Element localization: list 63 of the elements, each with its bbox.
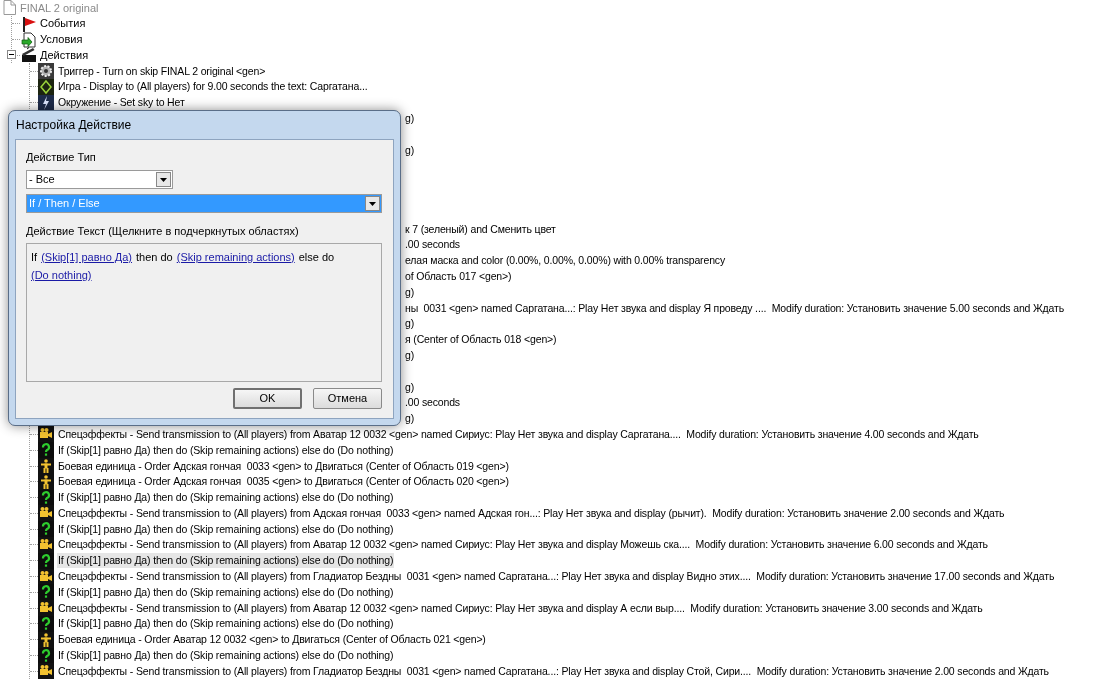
camera-icon	[38, 537, 54, 553]
action-row-text[interactable]: елая маска and color (0.00%, 0.00%, 0.00%) with 0.00% transparency	[405, 253, 726, 269]
question-icon	[38, 442, 54, 459]
dialog-button[interactable]: Отмена	[313, 388, 382, 409]
collapse-toggle[interactable]	[7, 50, 16, 60]
tree-section-label[interactable]: События	[40, 15, 86, 32]
camera-icon	[38, 600, 54, 617]
tree-root-label[interactable]: FINAL 2 original	[20, 0, 99, 17]
action-row-text[interactable]: If (Skip[1] равно Да) then do (Skip remaining actions) else do (Do nothing)	[57, 584, 395, 600]
action-row-text[interactable]: Боевая единица - Order Адская гончая 0035 <gen> to Двигаться (Center of Область 020 <gen>)	[57, 474, 510, 490]
action-row-text[interactable]: If (Skip[1] равно Да) then do (Skip remaining actions) else do (Do nothing)	[57, 521, 395, 537]
action-row-text[interactable]: я (Center of Область 018 <gen>)	[405, 332, 557, 348]
parameter-link[interactable]: (Do nothing)	[31, 266, 92, 284]
action-row-text[interactable]: If (Skip[1] равно Да) then do (Skip remaining actions) else do (Do nothing)	[57, 553, 395, 569]
action-row-text[interactable]: Спецэффекты - Send transmission to (All players) from Гладиатор Бездны 0031 <gen> named Саргатана...: Play Нет звука and display Видно этих.... Modify duration: Установить значение 17.00 seconds and Ждать	[57, 569, 1056, 585]
action-row-text[interactable]: Игра - Display to (All players) for 9.00 seconds the text: Саргатана...	[57, 79, 369, 95]
clapperboard-icon	[21, 47, 37, 64]
action-row-text[interactable]: of Область 017 <gen>)	[405, 268, 512, 284]
action-row-text[interactable]: If (Skip[1] равно Да) then do (Skip remaining actions) else do (Do nothing)	[57, 442, 395, 458]
action-row-text[interactable]: g)	[405, 316, 415, 332]
action-row-text[interactable]: .00 seconds	[405, 395, 460, 411]
field-label: Действие Тип	[26, 150, 97, 165]
action-row-text[interactable]: If (Skip[1] равно Да) then do (Skip remaining actions) else do (Do nothing)	[57, 648, 395, 664]
action-row-text[interactable]: If (Skip[1] равно Да) then do (Skip remaining actions) else do (Do nothing)	[57, 616, 395, 632]
action-text: then do	[136, 250, 173, 265]
action-row-text[interactable]: Спецэффекты - Send transmission to (All players) from Аватар 12 0032 <gen> named Сириус: Play Нет звука and display А если выр.... Modify duration: Установить значение 3.00 seconds and Ждать	[57, 600, 984, 616]
action-row-text[interactable]: Боевая единица - Order Адская гончая 0033 <gen> to Двигаться (Center of Область 019 <gen>)	[57, 458, 510, 474]
document-arrow-icon	[21, 31, 37, 48]
action-row-text[interactable]: Спецэффекты - Send transmission to (All players) from Гладиатор Бездны 0031 <gen> named Саргатана...: Play Нет звука and display Стой, Сири.... Modify duration: Установить значение 2.00 seconds and Ждать	[57, 663, 1050, 679]
camera-icon	[38, 663, 54, 680]
category-dropdown[interactable]: - Все	[26, 170, 173, 189]
question-icon	[38, 521, 54, 538]
action-text: If	[31, 250, 38, 265]
dialog-title: Настройка Действие	[16, 117, 132, 134]
action-row-text[interactable]: g)	[405, 110, 415, 126]
action-row-text[interactable]: Триггер - Turn on skip FINAL 2 original <gen>	[57, 63, 267, 79]
gear-icon	[38, 63, 54, 80]
action-row-text[interactable]: Окружение - Set sky to Нет	[57, 95, 186, 111]
action-row-text[interactable]: g)	[405, 347, 415, 363]
action-row-text[interactable]: .00 seconds	[405, 237, 460, 253]
camera-icon	[38, 505, 54, 522]
action-row-text[interactable]: g)	[405, 379, 415, 395]
action-row-text[interactable]: Спецэффекты - Send transmission to (All players) from Адская гончая 0033 <gen> named Адская гон...: Play Нет звука and display (рычит). Modify duration: Установить значение 2.00 seconds and Ждать	[57, 505, 1006, 521]
action-row-text[interactable]: Спецэффекты - Send transmission to (All players) from Аватар 12 0032 <gen> named Сириус: Play Нет звука and display Можешь ска.... Modify duration: Установить значение 6.00 seconds and Ждать	[57, 537, 989, 553]
parameter-link[interactable]: (Skip[1] равно Да)	[41, 248, 133, 266]
tree-section-label[interactable]: Условия	[40, 31, 83, 48]
action-row-text[interactable]: Боевая единица - Order Аватар 12 0032 <gen> to Двигаться (Center of Область 021 <gen>)	[57, 632, 487, 648]
dialog-button[interactable]: OK	[233, 388, 302, 409]
question-icon	[38, 584, 54, 601]
figure-icon	[38, 458, 54, 474]
camera-icon	[38, 426, 54, 443]
action-row-text[interactable]: g)	[405, 284, 415, 300]
action-row-text[interactable]: к 7 (зеленый) and Сменить цвет	[405, 221, 556, 237]
action-row-text[interactable]: Спецэффекты - Send transmission to (All players) from Аватар 12 0032 <gen> named Сириус: Play Нет звука and display Саргатана.... Modify duration: Установить значение 4.00 seconds and Ждать	[57, 426, 980, 442]
field-label: Действие Текст (Щелкните в подчеркнутых областях)	[26, 224, 300, 239]
action-row-text[interactable]: g)	[405, 411, 415, 427]
action-row-text[interactable]: ны 0031 <gen> named Саргатана...: Play Нет звука and display Я проведу .... Modify duration: Установить значение 5.00 seconds and Ждать	[405, 300, 1064, 316]
action-row-text[interactable]: g)	[405, 142, 415, 158]
action-row-text[interactable]: If (Skip[1] равно Да) then do (Skip remaining actions) else do (Do nothing)	[57, 490, 395, 506]
parameter-link[interactable]: (Skip remaining actions)	[176, 248, 295, 266]
tree-section-label[interactable]: Действия	[40, 47, 89, 64]
flag-icon	[21, 15, 37, 32]
action-text: else do	[298, 250, 335, 265]
